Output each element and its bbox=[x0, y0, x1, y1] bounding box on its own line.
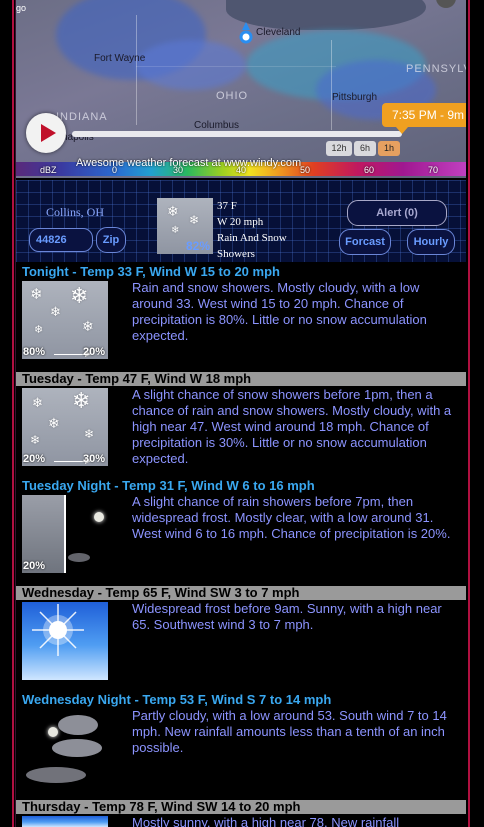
snowflake-icon: ❄ bbox=[48, 415, 60, 431]
snowflake-icon: ❄ bbox=[30, 433, 41, 447]
moon-icon bbox=[94, 512, 104, 522]
map-place-label: OHIO bbox=[216, 90, 249, 102]
period-description: Partly cloudy, with a low around 53. Sou… bbox=[132, 708, 447, 755]
period-description: A slight chance of snow showers before 1… bbox=[132, 387, 452, 466]
current-condition-line1: Rain And Snow bbox=[217, 232, 287, 244]
time-badge: 7:35 PM - 9m bbox=[382, 103, 466, 134]
radar-map[interactable]: go Cleveland Fort Wayne INDIANA OHIO PEN… bbox=[16, 0, 466, 178]
zip-button[interactable]: Zip bbox=[96, 227, 126, 253]
pop-to: 30% bbox=[82, 453, 105, 465]
period-description: Mostly sunny, with a high near 78. New r… bbox=[132, 815, 400, 827]
lake-erie bbox=[226, 0, 426, 30]
scale-tick: 0 bbox=[112, 165, 118, 175]
alert-button[interactable]: Alert (0) bbox=[347, 200, 447, 226]
forecast-button[interactable]: Forcast bbox=[339, 229, 391, 255]
map-control[interactable] bbox=[436, 0, 456, 8]
map-place-label: Pittsburgh bbox=[332, 92, 378, 103]
snowflake-icon: ❄ bbox=[30, 286, 43, 303]
current-pop: 82% bbox=[185, 239, 210, 253]
period-title: Wednesday - Temp 65 F, Wind SW 3 to 7 mp… bbox=[16, 586, 466, 600]
zip-input[interactable] bbox=[29, 228, 93, 252]
partly-cloudy-night-icon bbox=[22, 709, 108, 787]
period-title: Thursday - Temp 78 F, Wind SW 14 to 20 m… bbox=[16, 800, 466, 814]
snowflake-icon: ❄ bbox=[82, 318, 94, 334]
period-title: Tuesday Night - Temp 31 F, Wind W 6 to 1… bbox=[22, 478, 315, 493]
play-button[interactable] bbox=[26, 113, 66, 153]
scale-tick: 60 bbox=[364, 165, 375, 175]
period-description: Widespread frost before 9am. Sunny, with… bbox=[132, 601, 442, 632]
scale-unit: dBZ bbox=[40, 165, 57, 175]
map-place-label: INDIANA bbox=[56, 111, 108, 123]
radar-echo bbox=[136, 40, 246, 90]
location-name: Collins, OH bbox=[46, 205, 105, 219]
cloud-icon bbox=[68, 553, 90, 562]
map-place-label: Fort Wayne bbox=[94, 53, 146, 64]
map-place-label: Columbus bbox=[194, 120, 240, 131]
sun-icon bbox=[22, 602, 108, 680]
snow-icon: ❄ ❄ ❄ ❄ ❄ 80% 20% bbox=[22, 281, 108, 359]
snowflake-icon: ❄ bbox=[171, 225, 180, 236]
map-place-label: Cleveland bbox=[256, 27, 301, 38]
rain-to-clear-night-icon: 20% bbox=[22, 495, 108, 573]
snowflake-icon: ❄ bbox=[32, 395, 43, 410]
cloud-icon bbox=[52, 739, 102, 757]
pop-from: 20% bbox=[23, 560, 46, 572]
period-title: Tonight - Temp 33 F, Wind W 15 to 20 mph bbox=[22, 264, 280, 279]
pop-from: 80% bbox=[23, 346, 46, 358]
cloud-icon bbox=[58, 715, 98, 735]
current-temp: 37 F bbox=[217, 200, 237, 212]
timeline-slider[interactable] bbox=[72, 131, 402, 137]
left-frame-border bbox=[12, 0, 14, 827]
state-border bbox=[136, 15, 137, 125]
period-title: Wednesday Night - Temp 53 F, Wind S 7 to… bbox=[22, 692, 332, 707]
pop-from: 20% bbox=[23, 453, 46, 465]
zoom-1h-button[interactable]: 1h bbox=[378, 141, 400, 156]
scale-tick: 70 bbox=[428, 165, 439, 175]
current-conditions: 37 F W 20 mph Rain And Snow Showers bbox=[217, 198, 287, 262]
state-border bbox=[331, 40, 332, 130]
snowflake-icon: ❄ bbox=[34, 324, 44, 336]
zoom-12h-button[interactable]: 12h bbox=[326, 141, 352, 156]
current-condition-icon: ❄ ❄ ❄ 82% bbox=[157, 198, 213, 254]
right-frame-border bbox=[468, 0, 470, 827]
period-description: A slight chance of rain showers before 7… bbox=[132, 494, 451, 541]
hourly-button[interactable]: Hourly bbox=[407, 229, 455, 255]
state-border bbox=[136, 66, 336, 67]
snowflake-icon: ❄ bbox=[50, 304, 61, 319]
zoom-6h-button[interactable]: 6h bbox=[354, 141, 376, 156]
snowflake-icon: ❄ bbox=[84, 427, 95, 441]
map-place-label: PENNSYLV bbox=[406, 63, 466, 75]
current-condition-line2: Showers bbox=[217, 248, 255, 260]
windy-credit[interactable]: Awesome weather forecast at www.windy.co… bbox=[76, 157, 301, 169]
moon-icon bbox=[48, 727, 58, 737]
snowflake-icon: ❄ bbox=[189, 213, 200, 227]
location-pin-icon[interactable] bbox=[239, 22, 253, 44]
period-title: Tuesday - Temp 47 F, Wind W 18 mph bbox=[16, 372, 466, 386]
scale-tick: 50 bbox=[300, 165, 311, 175]
scale-tick: 40 bbox=[236, 165, 247, 175]
snowflake-icon: ❄ bbox=[72, 388, 91, 413]
period-description: Rain and snow showers. Mostly cloudy, wi… bbox=[132, 280, 427, 343]
sun-glyph bbox=[32, 604, 84, 656]
pop-to: 20% bbox=[82, 346, 105, 358]
snowflake-icon: ❄ bbox=[167, 203, 179, 219]
scale-tick: 30 bbox=[173, 165, 184, 175]
sun-icon bbox=[22, 816, 108, 827]
current-wind: W 20 mph bbox=[217, 216, 264, 228]
snow-icon: ❄ ❄ ❄ ❄ ❄ 20% 30% bbox=[22, 388, 108, 466]
color-scale: Awesome weather forecast at www.windy.co… bbox=[16, 157, 466, 176]
map-corner-label: go bbox=[16, 3, 27, 13]
cloud-icon bbox=[26, 767, 86, 783]
snowflake-icon: ❄ bbox=[70, 283, 89, 308]
location-panel: Collins, OH Zip ❄ ❄ ❄ 82% 37 F W 20 mph … bbox=[16, 180, 466, 262]
